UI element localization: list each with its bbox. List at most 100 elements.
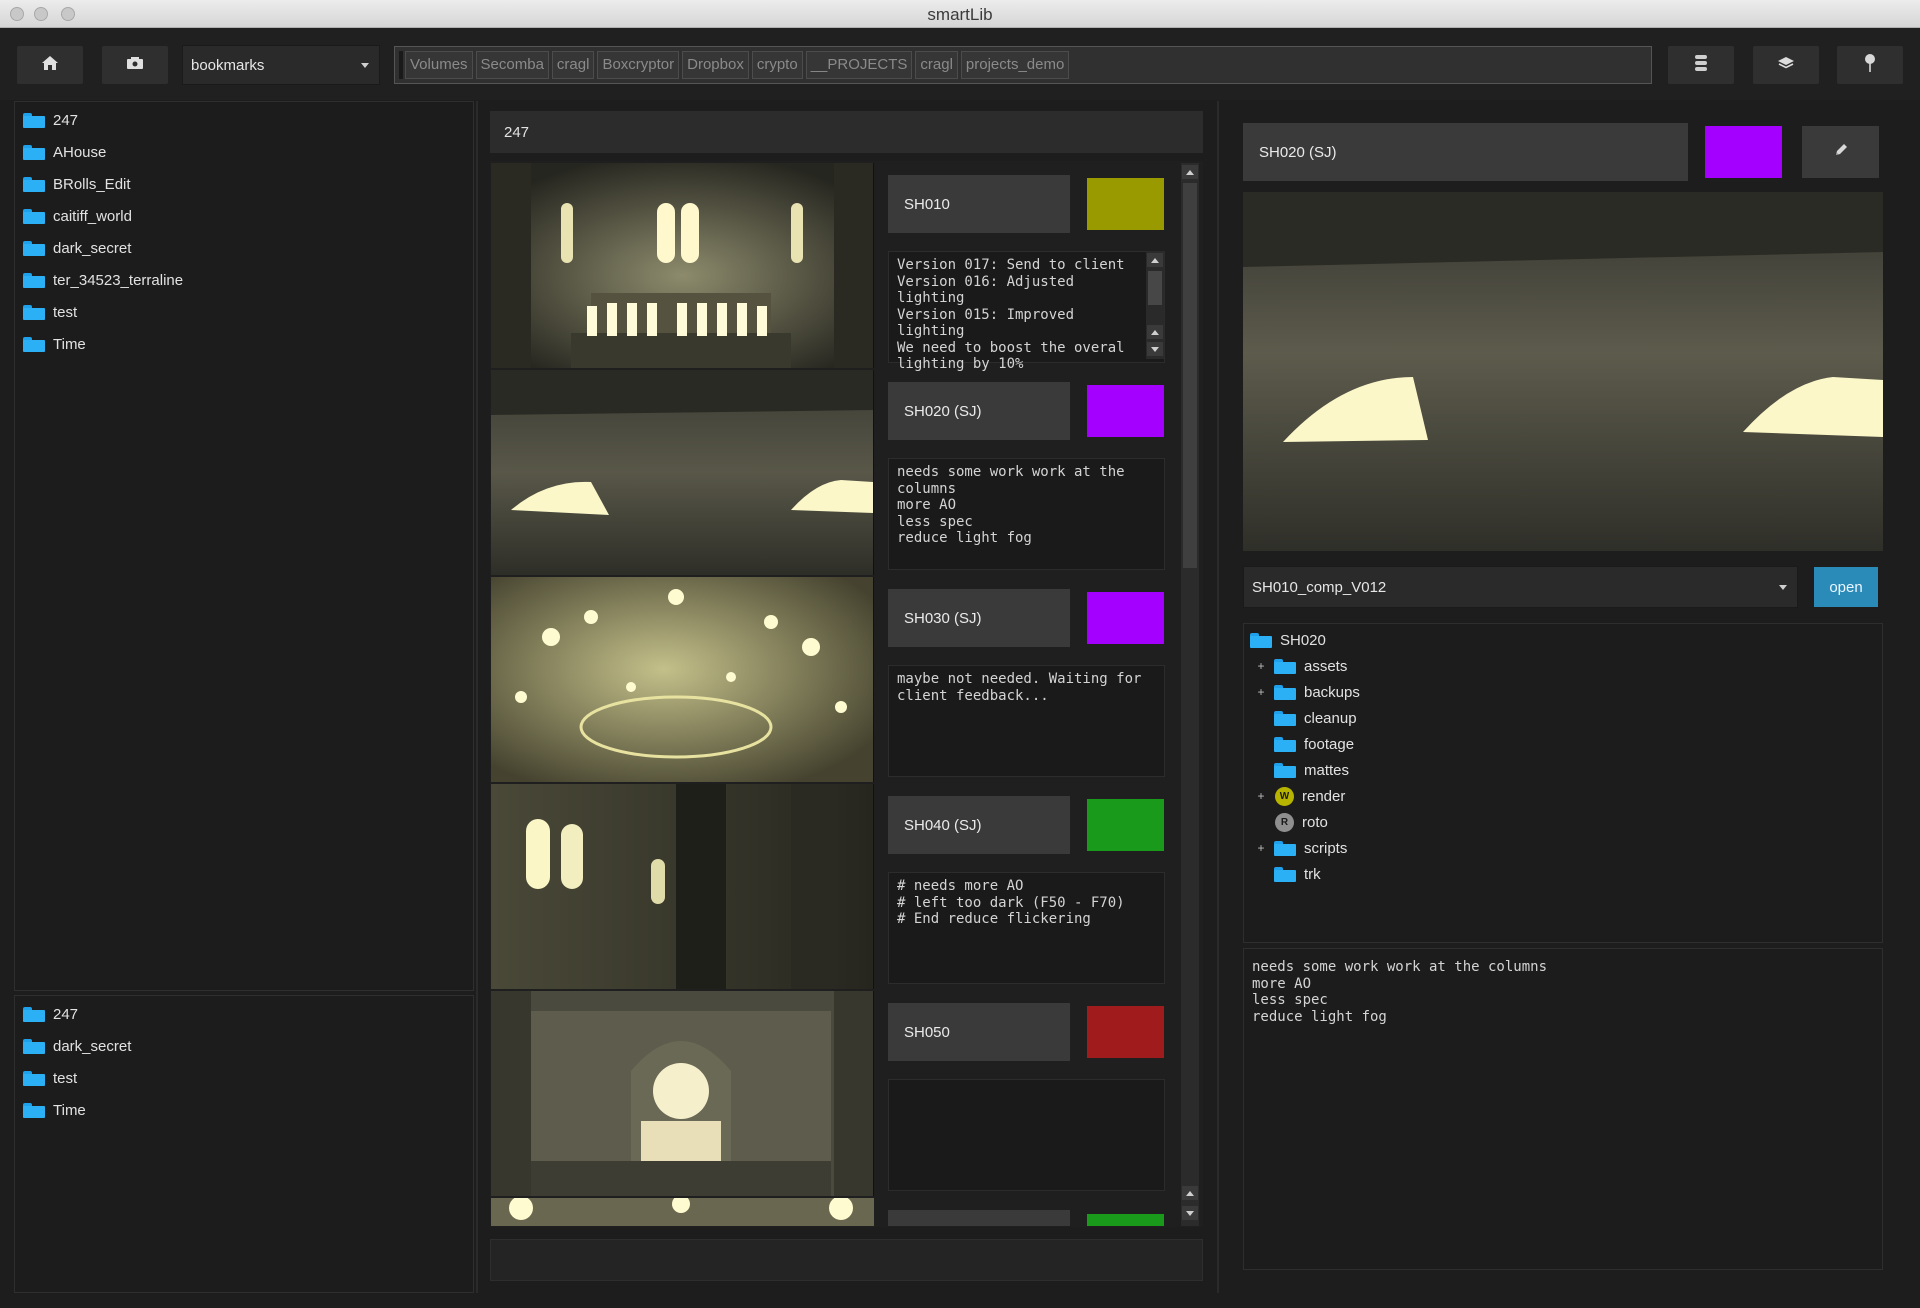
scroll-down-icon[interactable] [1147,342,1163,356]
home-button[interactable] [17,46,83,84]
scroll-up-icon[interactable] [1182,165,1198,179]
shot-thumbnail[interactable] [491,577,874,782]
sidebar-item-terraline[interactable]: ter_34523_terraline [23,267,183,293]
crumb-dropbox[interactable]: Dropbox [682,51,749,79]
shot-name-label[interactable]: SH040 (SJ) [888,796,1070,854]
shot-notes[interactable] [888,1079,1165,1191]
sidebar-item-label: test [53,303,78,321]
expand-icon[interactable]: + [1254,685,1268,699]
sidebar-item-247[interactable]: 247 [23,107,78,133]
shot-row-sh010[interactable]: SH010 Version 017: Send to client Versio… [491,163,1171,372]
crumb-cragl-2[interactable]: cragl [915,51,958,79]
shot-thumbnail-partial[interactable] [491,1198,874,1226]
detail-status-swatch[interactable] [1705,126,1782,178]
layers-button[interactable] [1753,46,1819,84]
scroll-thumb[interactable] [1183,183,1197,568]
crumb-projects-demo[interactable]: projects_demo [960,51,1070,79]
shot-status-swatch[interactable] [1087,385,1164,437]
open-button[interactable]: open [1814,567,1878,607]
shot-notes[interactable]: needs some work work at the columns more… [888,458,1165,570]
favorite-item-dark-secret[interactable]: dark_secret [23,1033,131,1059]
expand-icon[interactable]: + [1254,789,1268,803]
shot-row-sh040[interactable]: SH040 (SJ) # needs more AO # left too da… [491,784,1171,989]
tree-item-scripts[interactable]: + scripts [1254,836,1347,860]
version-dropdown[interactable]: SH010_comp_V012 [1243,566,1798,608]
tree-item-label: cleanup [1304,709,1357,727]
crumb-projects[interactable]: __PROJECTS [805,51,913,79]
database-button[interactable] [1668,46,1734,84]
crumb-secomba[interactable]: Secomba [475,51,549,79]
badge-r-icon: R [1275,812,1294,832]
tree-item-roto[interactable]: Rroto [1254,810,1328,834]
sidebar-item-ahouse[interactable]: AHouse [23,139,106,165]
splitter-right[interactable] [1217,101,1219,1293]
sidebar-item-brolls-edit[interactable]: BRolls_Edit [23,171,131,197]
shot-status-swatch-partial[interactable] [1087,1214,1164,1226]
crumb-crypto[interactable]: crypto [751,51,803,79]
tree-item-render[interactable]: + Wrender [1254,784,1345,808]
favorite-item-247[interactable]: 247 [23,1001,78,1027]
shot-name-label[interactable]: SH050 [888,1003,1070,1061]
shot-status-swatch[interactable] [1087,1006,1164,1058]
folder-icon [1274,866,1296,882]
shot-notes[interactable]: maybe not needed. Waiting for client fee… [888,665,1165,777]
tree-item-cleanup[interactable]: cleanup [1254,706,1357,730]
crumb-volumes[interactable]: Volumes [405,51,473,79]
shot-notes[interactable]: # needs more AO # left too dark (F50 - F… [888,872,1165,984]
expand-icon[interactable]: + [1254,659,1268,673]
sidebar-item-caitiff-world[interactable]: caitiff_world [23,203,132,229]
shot-name-label[interactable]: SH030 (SJ) [888,589,1070,647]
notes-scrollbar[interactable] [1146,251,1164,359]
edit-button[interactable] [1802,126,1879,178]
sidebar-item-label: ter_34523_terraline [53,271,184,289]
folder-icon [23,176,45,192]
crumb-cragl[interactable]: cragl [551,51,595,79]
favorite-item-test[interactable]: test [23,1065,77,1091]
shot-thumbnail[interactable] [491,163,874,368]
sidebar-item-label: BRolls_Edit [53,175,131,193]
expand-icon[interactable]: + [1254,841,1268,855]
drive-button[interactable] [102,46,168,84]
tree-item-backups[interactable]: + backups [1254,680,1359,704]
tree-item-label: trk [1304,865,1321,883]
shot-name-label[interactable]: SH020 (SJ) [888,382,1070,440]
tree-item-footage[interactable]: footage [1254,732,1354,756]
bookmarks-dropdown[interactable]: bookmarks [182,45,380,85]
shot-list-scrollbar[interactable] [1181,163,1199,1226]
tree-item-trk[interactable]: trk [1254,862,1321,886]
tree-item-mattes[interactable]: mattes [1254,758,1349,782]
sidebar-item-test[interactable]: test [23,299,77,325]
shot-thumbnail[interactable] [491,784,874,989]
shot-name-label-partial[interactable] [888,1210,1070,1226]
pin-button[interactable] [1837,46,1903,84]
drive-icon [126,56,144,75]
shot-status-swatch[interactable] [1087,178,1164,230]
sidebar-item-time[interactable]: Time [23,331,86,357]
shot-name-label[interactable]: SH010 [888,175,1070,233]
shot-row-sh020[interactable]: SH020 (SJ) needs some work work at the c… [491,370,1171,575]
version-select-label: SH010_comp_V012 [1252,578,1387,596]
detail-notes[interactable]: needs some work work at the columns more… [1243,948,1883,1270]
scroll-down-icon[interactable] [1182,1206,1198,1220]
shot-row-sh050[interactable]: SH050 [491,991,1171,1196]
scroll-thumb[interactable] [1148,271,1162,305]
shot-thumbnail[interactable] [491,370,874,575]
folder-icon [23,304,45,320]
tree-item-assets[interactable]: + assets [1254,654,1347,678]
chevron-down-icon [1779,585,1787,590]
shot-thumbnail[interactable] [491,991,874,1196]
detail-shot-name[interactable]: SH020 (SJ) [1243,123,1688,181]
scroll-up-icon[interactable] [1147,253,1163,267]
shot-status-swatch[interactable] [1087,592,1164,644]
shot-row-sh030[interactable]: SH030 (SJ) maybe not needed. Waiting for… [491,577,1171,782]
tree-root-sh020[interactable]: SH020 [1250,628,1326,652]
scroll-up-icon[interactable] [1182,1186,1198,1200]
shot-status-swatch[interactable] [1087,799,1164,851]
shot-notes[interactable]: Version 017: Send to client Version 016:… [888,251,1165,372]
favorite-item-time[interactable]: Time [23,1097,86,1123]
sidebar-item-dark-secret[interactable]: dark_secret [23,235,131,261]
crumb-boxcryptor[interactable]: Boxcryptor [597,51,680,79]
folder-icon [1274,710,1296,726]
scroll-up-icon[interactable] [1147,325,1163,339]
splitter-left[interactable] [476,101,478,1293]
